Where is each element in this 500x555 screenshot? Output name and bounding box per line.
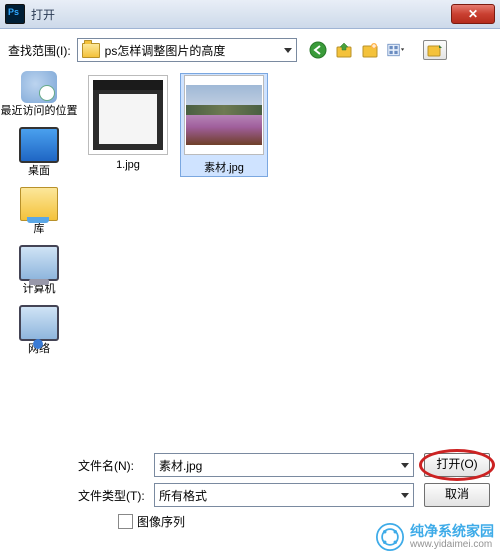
- computer-icon: [19, 245, 59, 281]
- lookin-label: 查找范围(I):: [8, 42, 71, 59]
- place-library[interactable]: 库: [0, 187, 78, 235]
- thumbnail: [184, 75, 264, 155]
- chevron-down-icon: [401, 493, 409, 498]
- titlebar: 打开 ✕: [0, 0, 500, 29]
- extra-toolbar-button[interactable]: [423, 40, 447, 60]
- window-title: 打开: [31, 6, 451, 23]
- toolbar: 查找范围(I): ps怎样调整图片的高度: [0, 29, 500, 67]
- file-name: 素材.jpg: [182, 159, 266, 175]
- chevron-down-icon: [284, 48, 292, 53]
- watermark-title: 纯净系统家园: [410, 524, 494, 539]
- close-icon: ✕: [468, 8, 478, 20]
- file-item[interactable]: 1.jpg: [84, 73, 172, 173]
- image-sequence-label: 图像序列: [137, 513, 185, 530]
- thumbnail: [88, 75, 168, 155]
- dialog-bottom: 文件名(N): 素材.jpg 打开(O) 文件类型(T): 所有格式 取消 图像…: [0, 447, 500, 534]
- place-label: 计算机: [23, 283, 56, 295]
- filename-label: 文件名(N):: [78, 457, 154, 474]
- new-folder-button[interactable]: [361, 41, 379, 59]
- open-dialog: 打开 ✕ 查找范围(I): ps怎样调整图片的高度: [0, 0, 500, 555]
- up-one-level-button[interactable]: [335, 41, 353, 59]
- toolbar-icons: [309, 41, 405, 59]
- place-label: 库: [34, 223, 45, 235]
- place-desktop[interactable]: 桌面: [0, 127, 78, 177]
- network-icon: [19, 305, 59, 341]
- library-icon: [20, 187, 58, 221]
- folder-icon: [82, 43, 100, 58]
- view-menu-button[interactable]: [387, 41, 405, 59]
- place-recent[interactable]: 最近访问的位置: [0, 71, 78, 117]
- filetype-label: 文件类型(T):: [78, 487, 154, 504]
- filetype-value: 所有格式: [159, 487, 401, 504]
- back-button[interactable]: [309, 41, 327, 59]
- filename-combo[interactable]: 素材.jpg: [154, 453, 414, 477]
- watermark-logo: [376, 523, 404, 551]
- open-button[interactable]: 打开(O): [424, 453, 490, 477]
- close-button[interactable]: ✕: [451, 4, 495, 24]
- place-label: 桌面: [28, 165, 50, 177]
- desktop-icon: [19, 127, 59, 163]
- file-list[interactable]: 1.jpg 素材.jpg: [78, 67, 500, 447]
- app-icon: [5, 4, 25, 24]
- lookin-value: ps怎样调整图片的高度: [105, 42, 280, 59]
- dialog-body: 最近访问的位置 桌面 库 计算机 网络 1.jpg: [0, 67, 500, 447]
- filename-value: 素材.jpg: [159, 457, 401, 474]
- watermark-url: www.yidaimei.com: [410, 539, 494, 550]
- filetype-combo[interactable]: 所有格式: [154, 483, 414, 507]
- place-computer[interactable]: 计算机: [0, 245, 78, 295]
- places-bar: 最近访问的位置 桌面 库 计算机 网络: [0, 67, 78, 447]
- chevron-down-icon: [401, 463, 409, 468]
- place-label: 最近访问的位置: [1, 105, 78, 117]
- image-sequence-checkbox[interactable]: [118, 514, 133, 529]
- cancel-button[interactable]: 取消: [424, 483, 490, 507]
- lookin-dropdown[interactable]: ps怎样调整图片的高度: [77, 38, 297, 62]
- recent-icon: [21, 71, 57, 103]
- place-network[interactable]: 网络: [0, 305, 78, 355]
- watermark: 纯净系统家园 www.yidaimei.com: [376, 523, 494, 551]
- file-item-selected[interactable]: 素材.jpg: [180, 73, 268, 177]
- file-name: 1.jpg: [86, 159, 170, 171]
